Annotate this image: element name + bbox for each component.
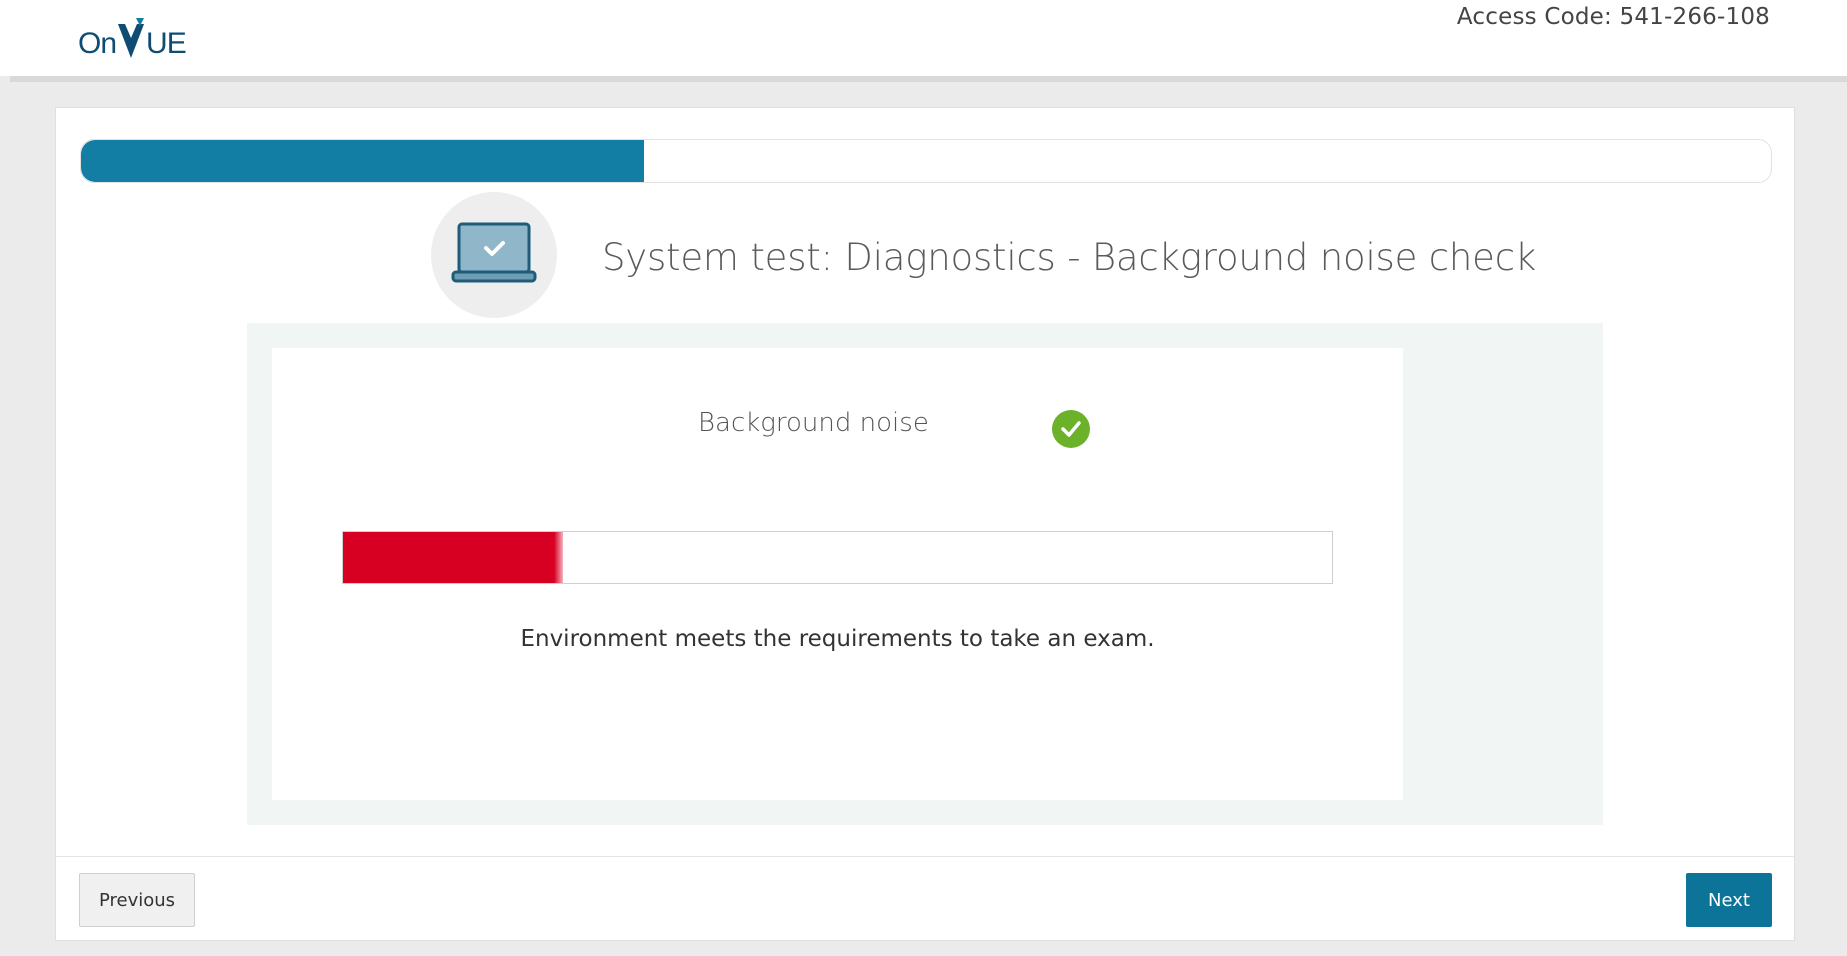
test-panel: Background noise Environment meets the r… <box>247 323 1603 825</box>
access-code: Access Code: 541-266-108 <box>1456 4 1770 30</box>
footer-divider <box>56 856 1794 857</box>
step-header: System test: Diagnostics - Background no… <box>56 192 1794 322</box>
logo-text-on: On <box>78 27 117 60</box>
next-button[interactable]: Next <box>1686 873 1772 927</box>
noise-level-meter <box>342 531 1333 584</box>
top-bar-divider <box>10 76 1847 82</box>
wizard-progress-bar <box>80 139 1772 183</box>
onvue-logo: On UE <box>78 18 187 64</box>
wizard-progress-fill <box>81 140 644 182</box>
page-title: System test: Diagnostics - Background no… <box>602 236 1537 279</box>
main-card: System test: Diagnostics - Background no… <box>55 107 1795 941</box>
check-circle-icon <box>1052 410 1090 448</box>
laptop-check-icon <box>431 192 557 318</box>
logo-v-mark <box>116 18 146 64</box>
test-result-box: Background noise Environment meets the r… <box>272 348 1403 800</box>
result-message: Environment meets the requirements to ta… <box>520 626 1155 652</box>
logo-text-ue: UE <box>146 27 187 60</box>
noise-level-fill <box>343 532 563 583</box>
background-noise-label: Background noise <box>698 408 929 438</box>
previous-button[interactable]: Previous <box>79 873 195 927</box>
top-bar: On UE Access Code: 541-266-108 <box>0 0 1847 76</box>
